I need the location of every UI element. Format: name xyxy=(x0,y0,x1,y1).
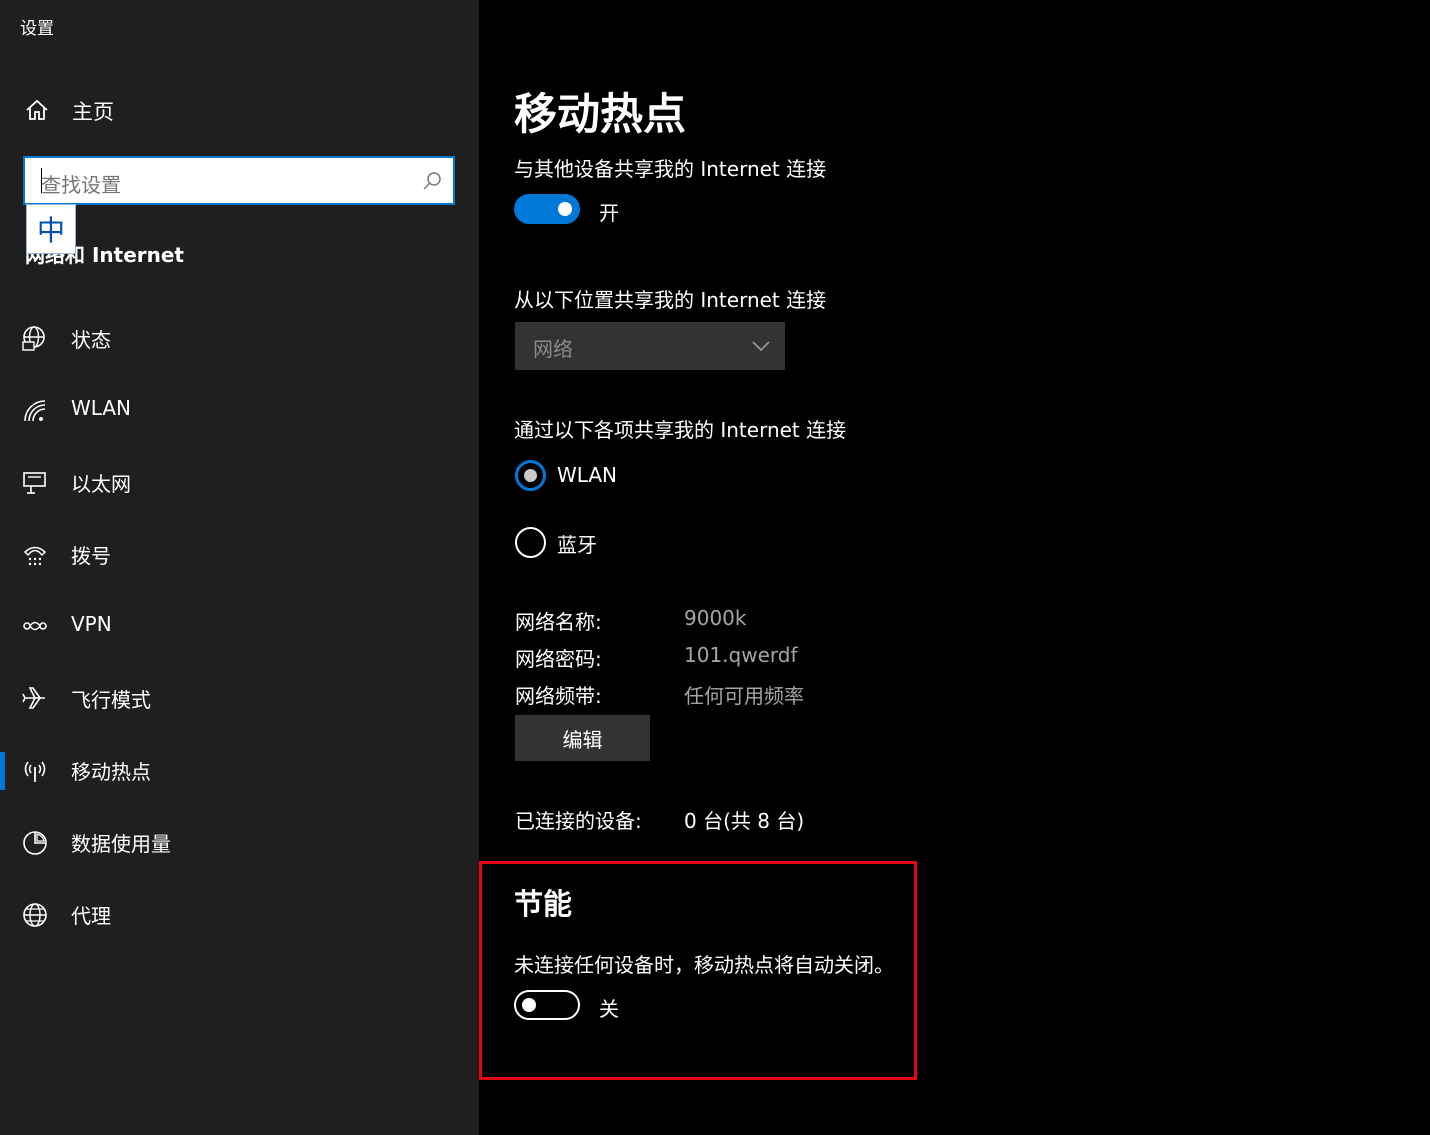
sidebar-item-ethernet[interactable]: 以太网 xyxy=(0,460,479,504)
power-saving-toggle-state: 关 xyxy=(599,997,619,1021)
globe-monitor-icon xyxy=(22,326,45,351)
source-dropdown[interactable]: 网络 xyxy=(515,322,785,370)
sidebar-item-label: 以太网 xyxy=(71,472,131,496)
search-placeholder: 查找设置 xyxy=(41,173,121,197)
via-label: 通过以下各项共享我的 Internet 连接 xyxy=(514,418,847,442)
share-toggle[interactable] xyxy=(514,194,580,224)
radio-wlan-label: WLAN xyxy=(557,463,618,487)
network-password-key: 网络密码: xyxy=(515,647,602,671)
home-icon xyxy=(26,99,48,120)
power-saving-description: 未连接任何设备时，移动热点将自动关闭。 xyxy=(514,953,894,977)
vpn-icon xyxy=(23,621,47,631)
sidebar-item-label: 状态 xyxy=(71,328,111,352)
sidebar-item-label: VPN xyxy=(71,612,112,636)
network-password-value: 101.qwerdf xyxy=(684,643,798,667)
sidebar-item-label: WLAN xyxy=(71,396,132,420)
sidebar-item-dialup[interactable]: 拨号 xyxy=(0,532,479,576)
network-name-key: 网络名称: xyxy=(515,610,602,634)
ime-char: 中 xyxy=(36,214,65,247)
radio-bluetooth[interactable] xyxy=(515,527,546,558)
power-saving-heading: 节能 xyxy=(514,887,573,921)
network-band-value: 任何可用频率 xyxy=(684,684,804,708)
sidebar-item-data-usage[interactable]: 数据使用量 xyxy=(0,820,479,864)
search-icon[interactable] xyxy=(421,170,443,192)
app-title: 设置 xyxy=(20,19,54,39)
sidebar: 设置 主页 查找设置 网络和 Internet 中 状态 WLAN 以太网 拨号… xyxy=(0,0,479,1135)
hotspot-icon xyxy=(24,761,46,782)
proxy-globe-icon xyxy=(23,903,47,927)
sidebar-item-airplane[interactable]: 飞行模式 xyxy=(0,676,479,720)
sidebar-item-hotspot[interactable]: 移动热点 xyxy=(0,748,479,792)
radio-wlan[interactable] xyxy=(515,460,546,491)
home-label: 主页 xyxy=(72,100,114,124)
text-caret xyxy=(41,168,42,193)
sidebar-item-proxy[interactable]: 代理 xyxy=(0,892,479,936)
network-band-key: 网络频带: xyxy=(515,684,602,708)
sidebar-item-label: 拨号 xyxy=(71,544,111,568)
connected-devices-value: 0 台(共 8 台) xyxy=(684,809,805,833)
airplane-icon xyxy=(22,687,45,709)
main-content: 移动热点 与其他设备共享我的 Internet 连接 开 从以下位置共享我的 I… xyxy=(479,0,1430,1135)
power-saving-toggle[interactable] xyxy=(514,990,580,1020)
sidebar-item-label: 数据使用量 xyxy=(71,832,171,856)
sidebar-item-wlan[interactable]: WLAN xyxy=(0,388,479,432)
sidebar-home[interactable]: 主页 xyxy=(0,88,479,132)
sidebar-item-status[interactable]: 状态 xyxy=(0,316,479,360)
edit-button[interactable]: 编辑 xyxy=(515,715,650,761)
ethernet-icon xyxy=(23,472,46,494)
sidebar-item-vpn[interactable]: VPN xyxy=(0,604,479,648)
page-title: 移动热点 xyxy=(514,90,686,140)
data-usage-icon xyxy=(23,831,47,855)
search-input[interactable]: 查找设置 xyxy=(23,156,455,205)
network-name-value: 9000k xyxy=(684,606,747,630)
sidebar-item-label: 移动热点 xyxy=(71,760,151,784)
source-label: 从以下位置共享我的 Internet 连接 xyxy=(514,288,827,312)
connected-devices-key: 已连接的设备: xyxy=(515,809,642,833)
chevron-down-icon xyxy=(752,341,770,352)
source-dropdown-value: 网络 xyxy=(533,337,573,361)
dialup-icon xyxy=(23,546,47,566)
sidebar-item-label: 代理 xyxy=(71,904,111,928)
sidebar-item-label: 飞行模式 xyxy=(71,688,151,712)
radio-bluetooth-label: 蓝牙 xyxy=(557,533,597,557)
ime-indicator[interactable]: 中 xyxy=(26,204,76,254)
share-label: 与其他设备共享我的 Internet 连接 xyxy=(514,157,827,181)
share-toggle-state: 开 xyxy=(599,201,619,225)
wifi-icon xyxy=(24,400,46,422)
